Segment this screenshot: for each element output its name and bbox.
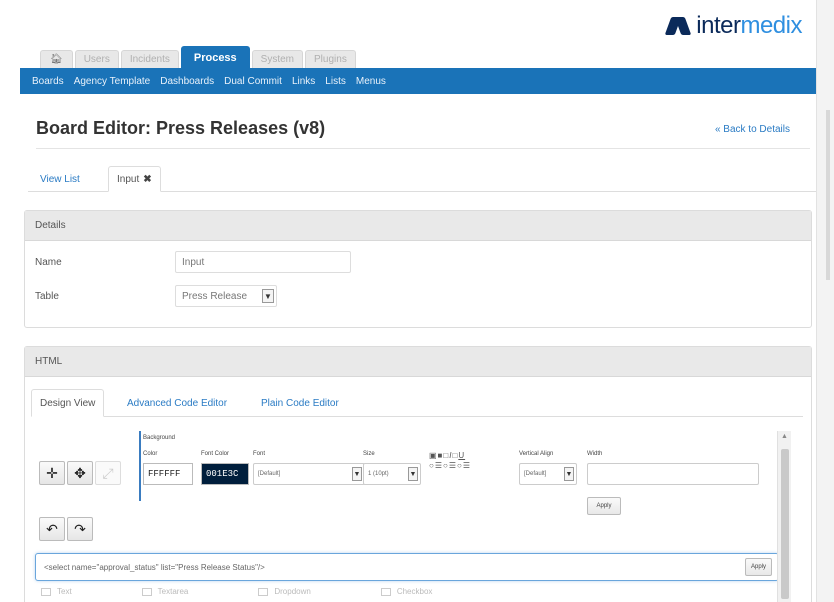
- width-input[interactable]: [587, 463, 759, 485]
- list-tabs: View List Input ✖: [28, 162, 816, 192]
- name-label: Name: [35, 257, 62, 268]
- palette-item-label: Textarea: [157, 587, 189, 596]
- nav-dashboards[interactable]: Dashboards: [160, 76, 214, 87]
- tab-incidents[interactable]: Incidents: [120, 50, 179, 68]
- process-subnav: Boards Agency Template Dashboards Dual C…: [20, 68, 816, 94]
- html-header: HTML: [25, 347, 811, 377]
- font-label: Font: [253, 451, 266, 457]
- dropdown-arrow-icon[interactable]: ▼: [564, 467, 574, 481]
- field-palette: Text Textarea Dropdown Checkbox: [41, 587, 432, 596]
- table-select-value: Press Release: [182, 290, 248, 302]
- tab-plugins[interactable]: Plugins: [305, 50, 356, 68]
- page-title: Board Editor: Press Releases (v8): [36, 118, 326, 138]
- color-label: Color: [143, 451, 158, 457]
- table-select[interactable]: Press Release ▼: [175, 285, 277, 307]
- top-tabs: 🏠︎ Users Incidents Process System Plugin…: [40, 46, 356, 68]
- close-tab-icon[interactable]: ✖: [143, 174, 151, 185]
- tab-input-label: Input: [117, 173, 140, 185]
- background-color-input[interactable]: FFFFFF: [143, 463, 193, 485]
- tab-system[interactable]: System: [251, 50, 304, 68]
- palette-item-label: Checkbox: [396, 587, 433, 596]
- nav-agency-template[interactable]: Agency Template: [74, 76, 151, 87]
- palette-item-dropdown[interactable]: Dropdown: [258, 587, 311, 596]
- nav-boards[interactable]: Boards: [32, 76, 64, 87]
- textarea-icon: [141, 587, 152, 596]
- text-field-icon: [41, 587, 51, 596]
- tab-users[interactable]: Users: [74, 50, 119, 68]
- details-header: Details: [25, 211, 811, 241]
- vertical-align-label: Vertical Align: [519, 451, 554, 457]
- palette-item-label: Dropdown: [274, 587, 311, 596]
- background-label: Background: [143, 435, 176, 441]
- vertical-align-select[interactable]: [Default] ▼: [519, 463, 577, 485]
- size-label: Size: [363, 451, 375, 457]
- nav-dual-commit[interactable]: Dual Commit: [224, 76, 282, 87]
- home-tab[interactable]: 🏠︎: [40, 50, 73, 68]
- font-color-label: Font Color: [201, 451, 230, 457]
- size-select[interactable]: 1 (10pt) ▼: [363, 463, 421, 485]
- font-select-value: [Default]: [258, 471, 281, 477]
- scroll-thumb[interactable]: [781, 449, 789, 599]
- palette-item-textarea[interactable]: Textarea: [141, 587, 189, 596]
- resize-icon[interactable]: ⤢: [95, 461, 121, 485]
- home-icon: 🏠︎: [50, 54, 63, 65]
- font-select[interactable]: [Default] ▼: [253, 463, 365, 485]
- editor-scrollbar[interactable]: ▲: [777, 431, 791, 602]
- tab-advanced-code-editor[interactable]: Advanced Code Editor: [119, 389, 235, 417]
- back-to-details-link[interactable]: « Back to Details: [715, 124, 790, 135]
- scroll-up-icon[interactable]: ▲: [781, 433, 788, 440]
- palette-item-text[interactable]: Text: [41, 587, 72, 596]
- nav-lists[interactable]: Lists: [325, 76, 346, 87]
- text-format-icons[interactable]: ▣■□I□U ○☰○☰○☰: [429, 451, 471, 471]
- editor-tabs: Design View Advanced Code Editor Plain C…: [31, 387, 803, 417]
- apply-button[interactable]: Apply: [587, 497, 621, 515]
- font-color-input[interactable]: 001E3C: [201, 463, 249, 485]
- vertical-align-value: [Default]: [524, 471, 547, 477]
- tab-process[interactable]: Process: [180, 46, 250, 68]
- width-label: Width: [587, 451, 603, 457]
- undo-icon[interactable]: ↶: [39, 517, 65, 541]
- divider: [36, 148, 810, 149]
- tab-plain-code-editor[interactable]: Plain Code Editor: [253, 389, 347, 417]
- move-vertical-icon[interactable]: ✥: [67, 461, 93, 485]
- tab-design-view[interactable]: Design View: [31, 389, 105, 417]
- html-panel: HTML Design View Advanced Code Editor Pl…: [24, 346, 812, 602]
- code-line-text: <select name="approval_status" list="Pre…: [44, 562, 265, 572]
- page-scroll-thumb[interactable]: [826, 110, 830, 280]
- table-label: Table: [35, 291, 59, 302]
- details-panel: Details Name Input Table Press Release ▼: [24, 210, 812, 328]
- move-icon[interactable]: ✛: [39, 461, 65, 485]
- palette-item-checkbox[interactable]: Checkbox: [380, 587, 433, 596]
- code-apply-button[interactable]: Apply: [744, 558, 772, 576]
- dropdown-arrow-icon[interactable]: ▼: [408, 467, 418, 481]
- palette-item-label: Text: [57, 587, 72, 596]
- dropdown-arrow-icon[interactable]: ▼: [262, 289, 274, 303]
- tab-view-list[interactable]: View List: [32, 166, 88, 192]
- checkbox-icon: [380, 587, 391, 596]
- code-line-input[interactable]: <select name="approval_status" list="Pre…: [35, 553, 779, 581]
- logo-mark-icon: [665, 14, 692, 38]
- dropdown-icon: [258, 587, 269, 596]
- redo-icon[interactable]: ↷: [67, 517, 93, 541]
- logo-text: intermedix: [696, 12, 802, 39]
- nav-menus[interactable]: Menus: [356, 76, 386, 87]
- name-input[interactable]: Input: [175, 251, 351, 273]
- tab-input[interactable]: Input ✖: [108, 166, 161, 192]
- size-select-value: 1 (10pt): [368, 471, 389, 477]
- page: intermedix 🏠︎ Users Incidents Process Sy…: [20, 0, 816, 602]
- nav-links[interactable]: Links: [292, 76, 315, 87]
- dropdown-arrow-icon[interactable]: ▼: [352, 467, 362, 481]
- page-scrollbar[interactable]: [816, 0, 834, 602]
- design-editor: ✛ ✥ ⤢ Background Color FFFFFF Font Color…: [35, 431, 787, 602]
- toolbar-separator: [139, 431, 141, 501]
- intermedix-logo: intermedix: [665, 12, 802, 40]
